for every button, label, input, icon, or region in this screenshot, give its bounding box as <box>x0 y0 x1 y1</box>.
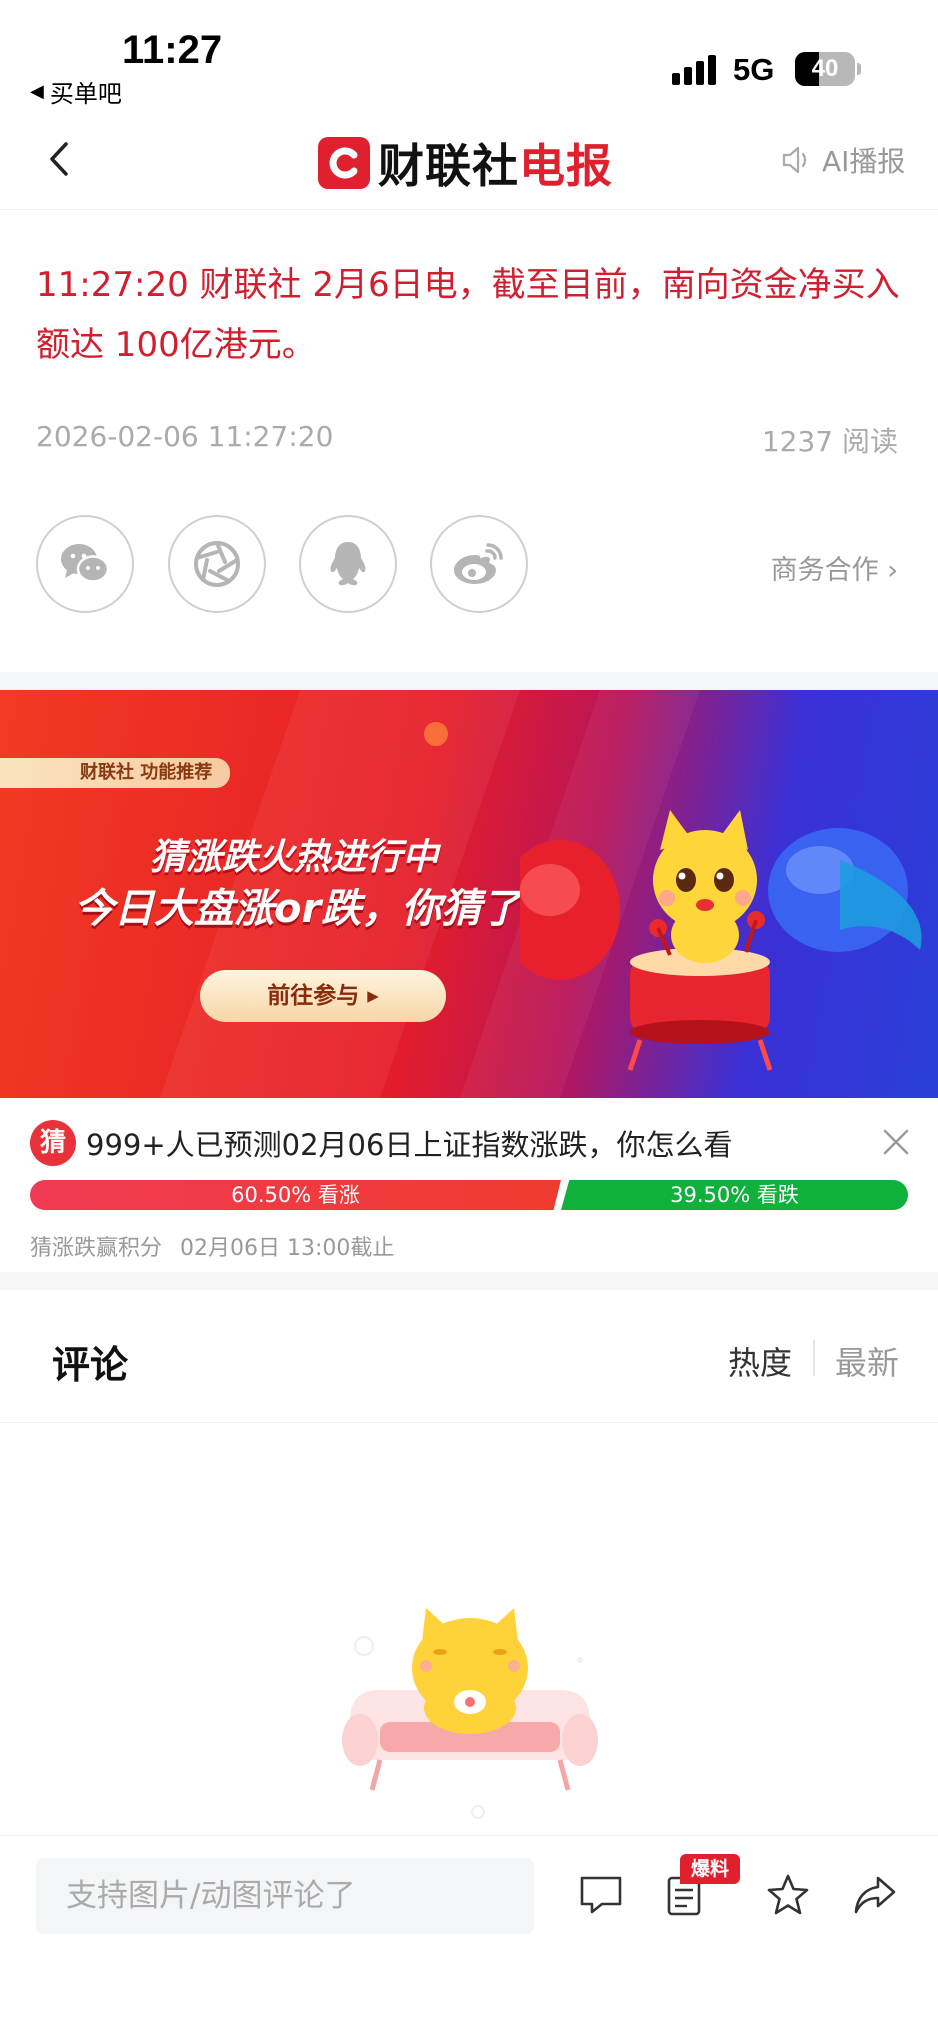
vote-up-bar[interactable]: 60.50% 看涨 <box>30 1180 561 1210</box>
share-moments-button[interactable] <box>168 515 266 613</box>
guess-icon: 猜 <box>30 1120 76 1166</box>
comments-divider <box>0 1422 938 1423</box>
ai-play-button[interactable]: AI播报 <box>780 140 905 180</box>
section-divider <box>0 672 938 690</box>
page: 11:27 ◀ 买单吧 5G 40 财联社电报 AI播报 11:27:20 财联… <box>0 0 938 2033</box>
poll-deadline: 02月06日 13:00截止 <box>180 1236 395 1261</box>
back-button[interactable] <box>40 136 80 182</box>
share-qq-button[interactable] <box>299 515 397 613</box>
poll-question[interactable]: 999+人已预测02月06日上证指数涨跌，你怎么看 <box>86 1122 732 1164</box>
banner-title: 猜涨跌火热进行中 <box>150 837 439 878</box>
article-headline: 11:27:20 财联社 2月6日电，截至目前，南向资金净买入额达 100亿港元… <box>36 265 900 365</box>
comment-input[interactable]: 支持图片/动图评论了 <box>36 1858 534 1934</box>
share-wechat-button[interactable] <box>36 515 134 613</box>
bottom-toolbar: 支持图片/动图评论了 爆料 <box>0 1835 938 2033</box>
comment-bubble-icon <box>580 1876 622 1914</box>
sort-divider <box>813 1340 815 1376</box>
back-triangle-icon: ◀ <box>30 81 44 102</box>
logo-text-black: 财联社 <box>378 139 519 193</box>
battery-tip <box>857 63 861 75</box>
vote-down-bar[interactable]: 39.50% 看跌 <box>561 1180 908 1210</box>
close-icon <box>883 1129 909 1155</box>
favorite-button[interactable] <box>765 1872 811 1918</box>
signal-icon <box>672 55 720 85</box>
speaker-icon <box>782 146 807 174</box>
comments-button[interactable] <box>578 1872 624 1918</box>
nav-bar: 财联社电报 AI播报 <box>0 110 938 210</box>
battery-icon: 40 <box>795 52 855 86</box>
star-icon <box>767 1874 809 1915</box>
share-weibo-button[interactable] <box>430 515 528 613</box>
poll-reward-text: 猜涨跌赢积分 <box>30 1236 163 1261</box>
network-type: 5G <box>733 52 775 87</box>
moments-icon <box>194 541 240 587</box>
share-arrow-icon <box>854 1876 896 1914</box>
sort-hot-tab[interactable]: 热度 <box>728 1338 792 1384</box>
article-date: 2026-02-06 11:27:20 <box>36 420 334 453</box>
status-bar: 11:27 ◀ 买单吧 5G 40 <box>0 0 938 110</box>
join-guess-button[interactable]: 前往参与 ▸ <box>200 970 446 1022</box>
mascot-drum-illustration <box>520 810 922 1071</box>
poll-close-button[interactable] <box>880 1126 912 1158</box>
ai-play-label: AI播报 <box>822 145 906 178</box>
banner-tag: 财联社 功能推荐 <box>0 758 231 788</box>
chevron-left-icon <box>50 142 68 176</box>
logo-text-red: 电报 <box>519 139 613 193</box>
poll-footer: 猜涨跌赢积分 02月06日 13:00截止 <box>30 1230 394 1262</box>
logo-text: 财联社电报 <box>378 130 613 196</box>
business-cooperation-link[interactable]: 商务合作 › <box>771 548 898 587</box>
wechat-icon <box>61 544 110 583</box>
share-button[interactable] <box>852 1872 898 1918</box>
comments-title: 评论 <box>52 1343 129 1387</box>
cls-logo-icon <box>318 137 370 189</box>
empty-comments-illustration <box>342 1608 598 1819</box>
weibo-icon <box>454 543 503 584</box>
app-logo: 财联社电报 <box>318 130 613 196</box>
qq-icon <box>330 542 366 586</box>
section-divider <box>0 1272 938 1290</box>
status-time: 11:27 <box>122 28 223 72</box>
back-to-app-link[interactable]: ◀ 买单吧 <box>30 74 122 109</box>
battery-level: 40 <box>811 55 839 82</box>
tip-off-badge: 爆料 <box>680 1854 740 1884</box>
article-read-count: 1237 阅读 <box>761 425 898 458</box>
banner-subtitle: 今日大盘涨or跌，你猜了吗? <box>74 886 585 932</box>
back-app-label: 买单吧 <box>49 80 122 108</box>
guess-banner[interactable]: 财联社 功能推荐 猜涨跌火热进行中 今日大盘涨or跌，你猜了吗? 前往参与 ▸ <box>0 690 938 1098</box>
sort-new-tab[interactable]: 最新 <box>835 1338 899 1384</box>
